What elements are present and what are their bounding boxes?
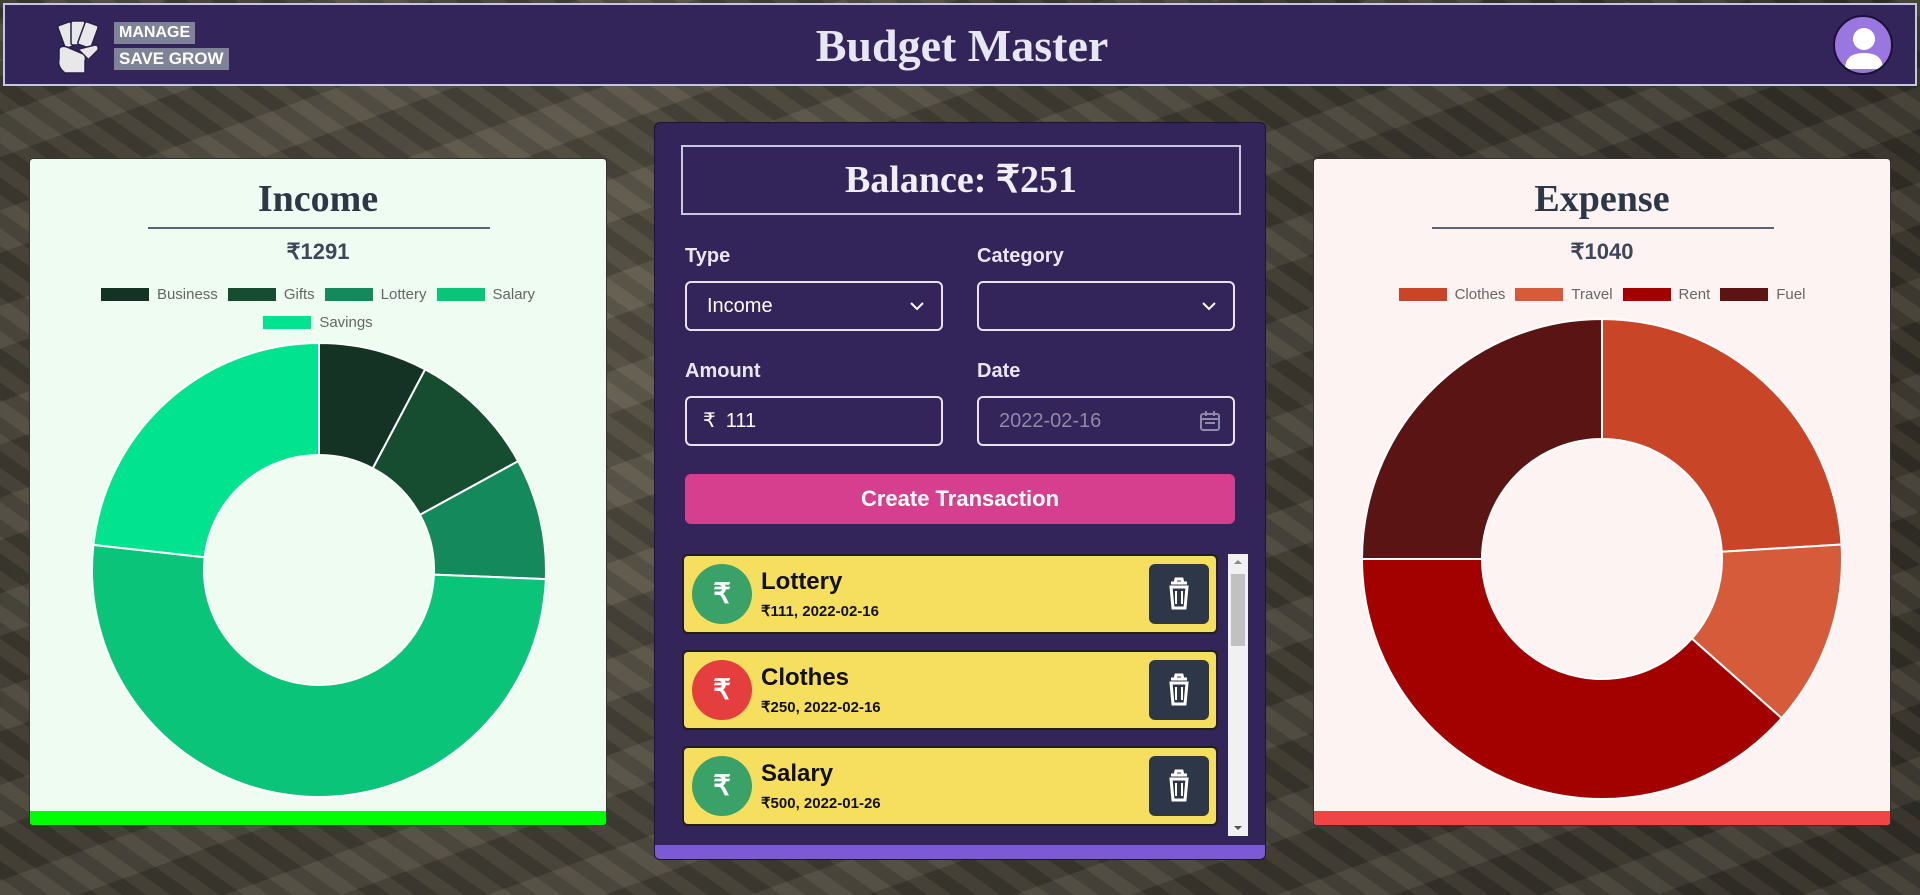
transaction-item: ₹ Salary ₹500, 2022-01-26 [682,746,1218,826]
slice-savings[interactable] [92,341,320,559]
balance-display: Balance: ₹251 [681,145,1241,215]
amount-input[interactable]: ₹111 [685,396,943,446]
rupee-icon: ₹ [703,410,716,432]
date-input[interactable]: 2022-02-16 [977,396,1235,446]
transaction-item: ₹ Lottery ₹111, 2022-02-16 [682,554,1218,634]
trash-icon [1169,577,1189,610]
category-select[interactable] [977,281,1235,331]
transaction-panel: Balance: ₹251 Type Income Category Amoun… [654,122,1266,860]
transaction-meta: ₹111, 2022-02-16 [761,603,879,620]
amount-label: Amount [685,360,761,382]
slice-salary[interactable] [91,543,547,798]
expense-card: Expense ₹1040 Clothes Travel Rent Fuel [1313,158,1891,826]
trash-icon [1169,673,1189,706]
transaction-name: Clothes [761,664,850,691]
expense-accent-bar [1314,811,1890,825]
transaction-list: ₹ Lottery ₹111, 2022-02-16 ₹ Clothes ₹25… [682,554,1218,836]
chevron-down-icon [910,302,924,311]
app-title: Budget Master [815,20,1109,71]
transaction-item: ₹ Clothes ₹250, 2022-02-16 [682,650,1218,730]
scroll-down-arrow-icon[interactable] [1228,820,1248,836]
expense-donut-chart [1360,317,1843,800]
delete-button[interactable] [1149,564,1209,624]
rupee-icon: ₹ [692,564,752,624]
income-card: Income ₹1291 Business Gifts Lottery Sala… [29,158,607,826]
delete-button[interactable] [1149,756,1209,816]
type-select[interactable]: Income [685,281,943,331]
slice-fuel[interactable] [1360,317,1603,560]
amount-value: 111 [725,410,757,432]
panel-accent-bar [655,845,1265,859]
transaction-meta: ₹500, 2022-01-26 [761,795,881,812]
chevron-down-icon [1202,302,1216,311]
transaction-name: Lottery [761,568,843,595]
scroll-thumb[interactable] [1231,574,1245,646]
trash-icon [1169,769,1189,802]
app-header: MANAGE SAVE GROW Budget Master [3,3,1917,86]
income-donut-chart [91,341,547,798]
create-transaction-button[interactable]: Create Transaction [685,474,1235,524]
rupee-icon: ₹ [692,660,752,720]
category-label: Category [977,245,1064,267]
type-label: Type [685,245,731,267]
scroll-up-arrow-icon[interactable] [1228,554,1248,570]
date-placeholder: 2022-02-16 [999,410,1102,432]
slice-clothes[interactable] [1601,317,1843,553]
date-label: Date [977,360,1021,382]
transaction-scrollbar[interactable] [1228,554,1248,836]
transaction-name: Salary [761,760,834,787]
rupee-icon: ₹ [692,756,752,816]
calendar-icon[interactable] [1199,410,1221,432]
delete-button[interactable] [1149,660,1209,720]
type-select-value: Income [707,295,773,317]
user-avatar[interactable] [1833,15,1893,75]
income-accent-bar [30,811,606,825]
transaction-meta: ₹250, 2022-02-16 [761,699,881,716]
